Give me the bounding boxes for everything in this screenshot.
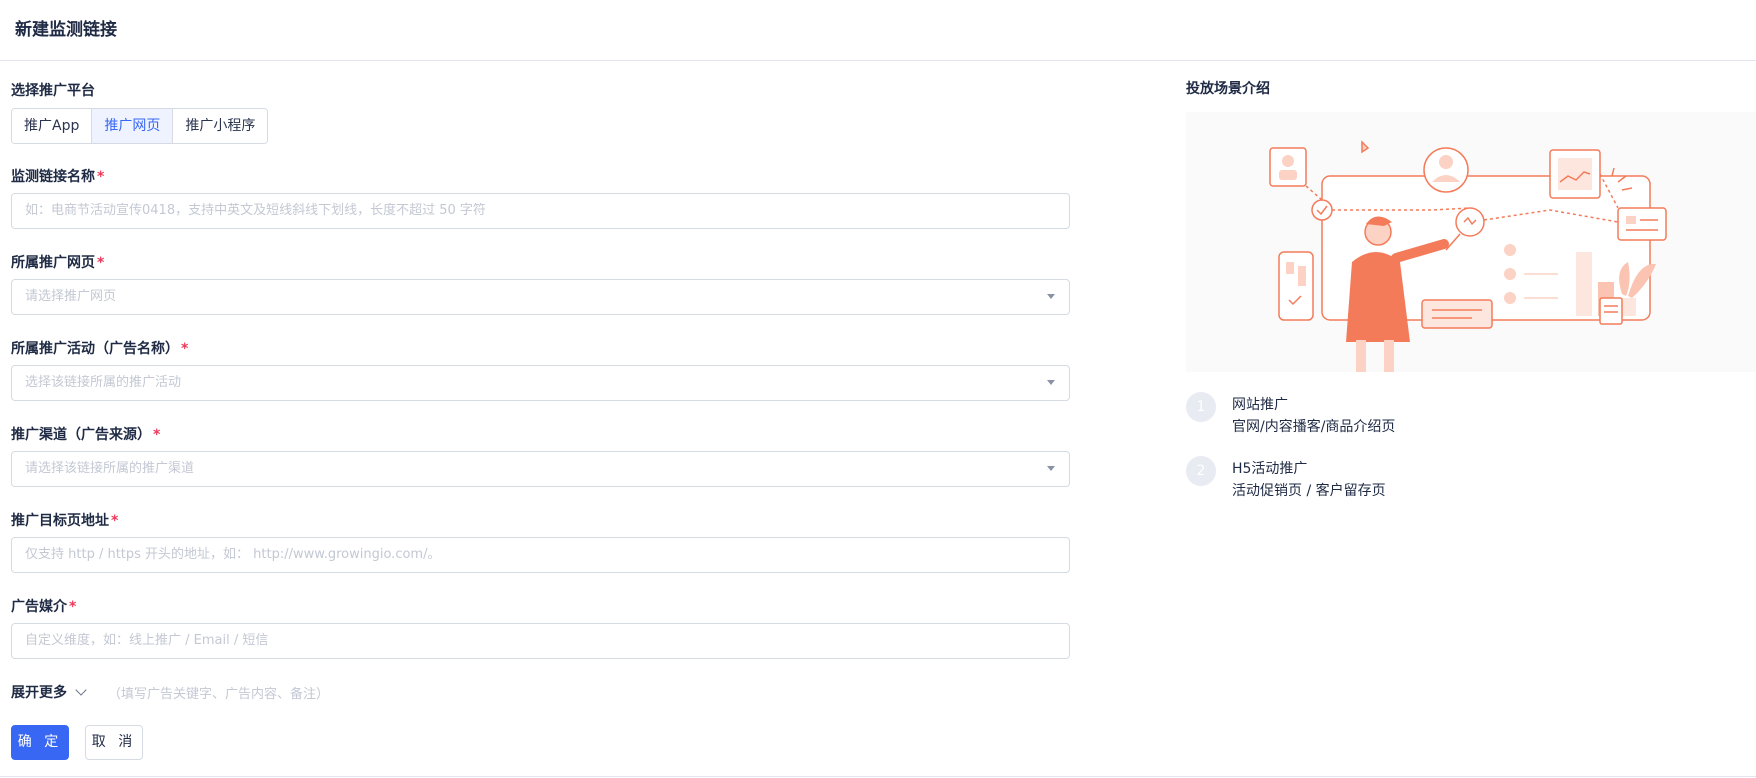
link-name-input[interactable]: 如：电商节活动宣传0418，支持中英文及短线斜线下划线，长度不超过 50 字符 — [11, 193, 1070, 229]
platform-segmented-control: 推广App 推广网页 推广小程序 — [11, 108, 269, 144]
media-input[interactable]: 自定义维度，如：线上推广 / Email / 短信 — [11, 623, 1070, 659]
channel-select[interactable]: 请选择该链接所属的推广渠道 — [11, 451, 1070, 487]
activity-select[interactable]: 选择该链接所属的推广活动 — [11, 365, 1070, 401]
expand-more-hint: （填写广告关键字、广告内容、备注） — [108, 687, 330, 702]
link-name-label: 监测链接名称 * — [11, 169, 105, 185]
scenario-illustration-graphic — [1269, 140, 1667, 372]
page-header: 新建监测链接 — [0, 0, 1756, 61]
confirm-button[interactable]: 确 定 — [11, 725, 69, 760]
caret-down-icon — [1047, 380, 1055, 385]
step-number: 1 — [1186, 392, 1216, 422]
page-select-label: 所属推广网页 * — [11, 255, 105, 271]
page-select-placeholder: 请选择推广网页 — [25, 289, 117, 304]
step-title: 网站推广 — [1232, 397, 1288, 413]
expand-more-label: 展开更多 — [11, 685, 67, 701]
caret-down-icon — [1047, 466, 1055, 471]
media-placeholder: 自定义维度，如：线上推广 / Email / 短信 — [25, 633, 269, 648]
platform-option-app[interactable]: 推广App — [12, 109, 93, 143]
step-description: 官网/内容播客/商品介绍页 — [1232, 419, 1396, 435]
step-description: 活动促销页 / 客户留存页 — [1232, 483, 1386, 499]
footer-divider — [0, 776, 1756, 777]
target-url-placeholder: 仅支持 http / https 开头的地址，如： http://www.gro… — [25, 547, 441, 562]
target-url-input[interactable]: 仅支持 http / https 开头的地址，如： http://www.gro… — [11, 537, 1070, 573]
expand-more-toggle[interactable]: 展开更多 — [11, 682, 87, 702]
cancel-button[interactable]: 取 消 — [85, 725, 143, 760]
intro-title: 投放场景介绍 — [1186, 81, 1270, 97]
chevron-down-icon — [75, 684, 87, 696]
caret-down-icon — [1047, 294, 1055, 299]
activity-select-placeholder: 选择该链接所属的推广活动 — [25, 375, 182, 390]
scenario-illustration — [1186, 112, 1756, 372]
platform-option-web[interactable]: 推广网页 — [92, 109, 174, 143]
link-name-placeholder: 如：电商节活动宣传0418，支持中英文及短线斜线下划线，长度不超过 50 字符 — [25, 203, 486, 218]
target-url-label: 推广目标页地址 * — [11, 513, 119, 529]
activity-select-label: 所属推广活动（广告名称） * — [11, 341, 189, 357]
channel-select-placeholder: 请选择该链接所属的推广渠道 — [25, 461, 195, 476]
step-title: H5活动推广 — [1232, 461, 1308, 477]
page-title: 新建监测链接 — [15, 20, 117, 40]
page-select[interactable]: 请选择推广网页 — [11, 279, 1070, 315]
platform-label: 选择推广平台 — [11, 83, 95, 99]
step-number: 2 — [1186, 456, 1216, 486]
platform-option-miniprogram[interactable]: 推广小程序 — [173, 109, 268, 143]
channel-select-label: 推广渠道（广告来源） * — [11, 427, 161, 443]
media-label: 广告媒介 * — [11, 599, 77, 615]
